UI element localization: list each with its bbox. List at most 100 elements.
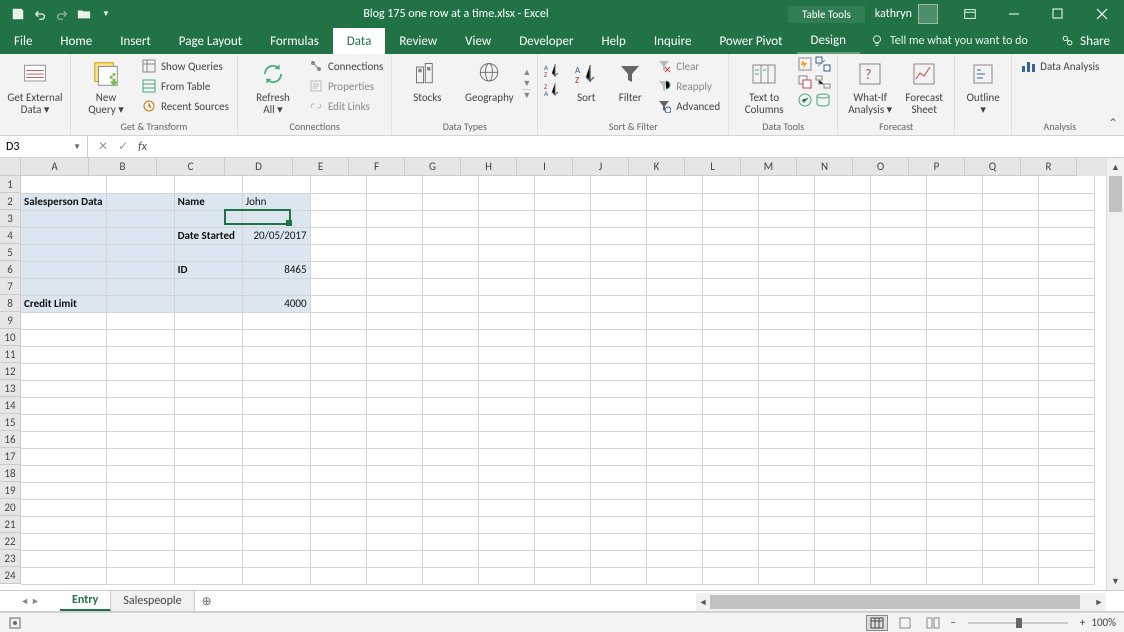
datatype-more-icon[interactable]: ▼ [522,89,531,101]
outline-button[interactable]: Outline ▾ [961,56,1005,116]
advanced-button[interactable]: Advanced [654,96,722,116]
undo-icon[interactable] [32,6,48,22]
tab-developer[interactable]: Developer [505,28,587,54]
namebox-dropdown-icon[interactable]: ▼ [73,142,81,152]
zoom-level[interactable]: 100% [1091,616,1116,629]
data-validation-icon[interactable] [797,92,813,108]
cell-grid[interactable]: Salesperson DataNameJohnDate Started20/0… [21,176,1106,590]
tab-home[interactable]: Home [46,28,106,54]
svg-text:?: ? [865,66,872,83]
ribbon-display-options[interactable] [948,0,992,28]
column-headers[interactable]: ABCDEFGHIJKLMNOPQR [21,158,1106,176]
group-forecast: Forecast [844,120,948,135]
row-headers[interactable]: 123456789101112131415161718192021222324 [0,176,21,584]
sheet-nav[interactable]: ◄ ► [0,596,60,607]
from-table-button[interactable]: From Table [139,76,231,96]
consolidate-icon[interactable] [815,56,831,72]
redo-icon[interactable] [54,6,70,22]
hscroll-right-icon[interactable]: ► [1092,597,1106,608]
page-break-view-button[interactable] [922,615,944,631]
datatype-prev-icon[interactable]: ▲ [522,67,531,78]
tab-power-pivot[interactable]: Power Pivot [705,28,796,54]
add-sheet-button[interactable]: ⊕ [195,594,219,609]
new-query-button[interactable]: New Query ▾ [77,56,135,116]
enter-formula-icon[interactable]: ✓ [118,139,128,154]
tab-page-layout[interactable]: Page Layout [165,28,256,54]
tab-help[interactable]: Help [587,28,639,54]
stocks-button[interactable]: Stocks [398,56,456,104]
data-analysis-icon [1020,58,1036,74]
tab-review[interactable]: Review [385,28,451,54]
sheet-tab-entry[interactable]: Entry [60,591,111,611]
vertical-scrollbar[interactable]: ▲ ▼ [1106,158,1124,590]
refresh-all-button[interactable]: Refresh All ▾ [244,56,302,116]
maximize-button[interactable] [1036,0,1080,28]
zoom-in-button[interactable]: + [1080,616,1085,629]
filter-icon [614,58,646,90]
select-all-corner[interactable] [0,158,21,176]
folder-icon[interactable] [76,6,92,22]
edit-links-button[interactable]: Edit Links [306,96,385,116]
user-area[interactable]: kathryn [865,4,948,24]
properties-button[interactable]: Properties [306,76,385,96]
reapply-icon [656,78,672,94]
text-to-columns-button[interactable]: Text to Columns [735,56,793,116]
normal-view-button[interactable] [866,615,888,631]
clear-button[interactable]: Clear [654,56,722,76]
flash-fill-icon[interactable] [797,56,813,72]
forecast-sheet-button[interactable]: Forecast Sheet [900,56,948,116]
advanced-icon [656,98,672,114]
data-analysis-button[interactable]: Data Analysis [1018,56,1101,76]
get-external-data-button[interactable]: Get External Data ▾ [6,56,64,116]
horizontal-scrollbar[interactable]: ◄ ► [696,593,1106,611]
manage-data-model-icon[interactable] [815,92,831,108]
fx-icon[interactable]: fx [138,140,153,154]
geography-button[interactable]: Geography [460,56,518,104]
scroll-down-icon[interactable]: ▼ [1107,572,1124,590]
tab-inquire[interactable]: Inquire [640,28,706,54]
svg-text:Z: Z [575,75,579,86]
qat-customize-icon[interactable]: ▼ [98,6,114,22]
scroll-up-icon[interactable]: ▲ [1107,158,1124,176]
collapse-ribbon-icon[interactable]: ⌃ [1108,116,1118,131]
what-if-button[interactable]: ? What-If Analysis ▾ [844,56,896,116]
sheet-tab-salespeople[interactable]: Salespeople [111,591,194,611]
tab-file[interactable]: File [0,28,46,54]
name-box[interactable]: D3 ▼ [0,136,88,158]
filter-button[interactable]: Filter [610,56,650,104]
zoom-out-button[interactable]: − [950,616,955,629]
zoom-slider[interactable] [968,622,1068,624]
tab-insert[interactable]: Insert [106,28,165,54]
tell-me-search[interactable]: Tell me what you want to do [860,28,1047,54]
stocks-icon [411,58,443,90]
cancel-formula-icon[interactable]: ✕ [98,139,108,154]
scroll-thumb[interactable] [1109,176,1122,212]
recent-sources-button[interactable]: Recent Sources [139,96,231,116]
datatype-next-icon[interactable]: ▼ [522,78,531,89]
reapply-button[interactable]: Reapply [654,76,722,96]
record-macro-icon[interactable] [8,616,22,630]
geography-icon [473,58,505,90]
hscroll-left-icon[interactable]: ◄ [696,597,710,608]
minimize-button[interactable] [992,0,1036,28]
hscroll-thumb[interactable] [710,595,1080,609]
refresh-icon [257,58,289,90]
tell-me-placeholder: Tell me what you want to do [890,34,1028,48]
share-button[interactable]: Share [1047,28,1124,54]
tab-view[interactable]: View [451,28,505,54]
sort-button[interactable]: AZ Sort [566,56,606,104]
tab-data[interactable]: Data [333,28,386,54]
show-queries-button[interactable]: Show Queries [139,56,231,76]
save-icon[interactable] [10,6,26,22]
page-layout-view-button[interactable] [894,615,916,631]
sort-az-button[interactable]: AZ [544,62,562,78]
group-connections: Connections [244,120,385,135]
relationships-icon[interactable] [815,74,831,90]
tab-formulas[interactable]: Formulas [256,28,333,54]
sort-za-button[interactable]: ZA [544,81,562,97]
connections-button[interactable]: Connections [306,56,385,76]
remove-duplicates-icon[interactable] [797,74,813,90]
lightbulb-icon [870,34,884,48]
tab-design[interactable]: Design [797,28,860,54]
close-button[interactable] [1080,0,1124,28]
